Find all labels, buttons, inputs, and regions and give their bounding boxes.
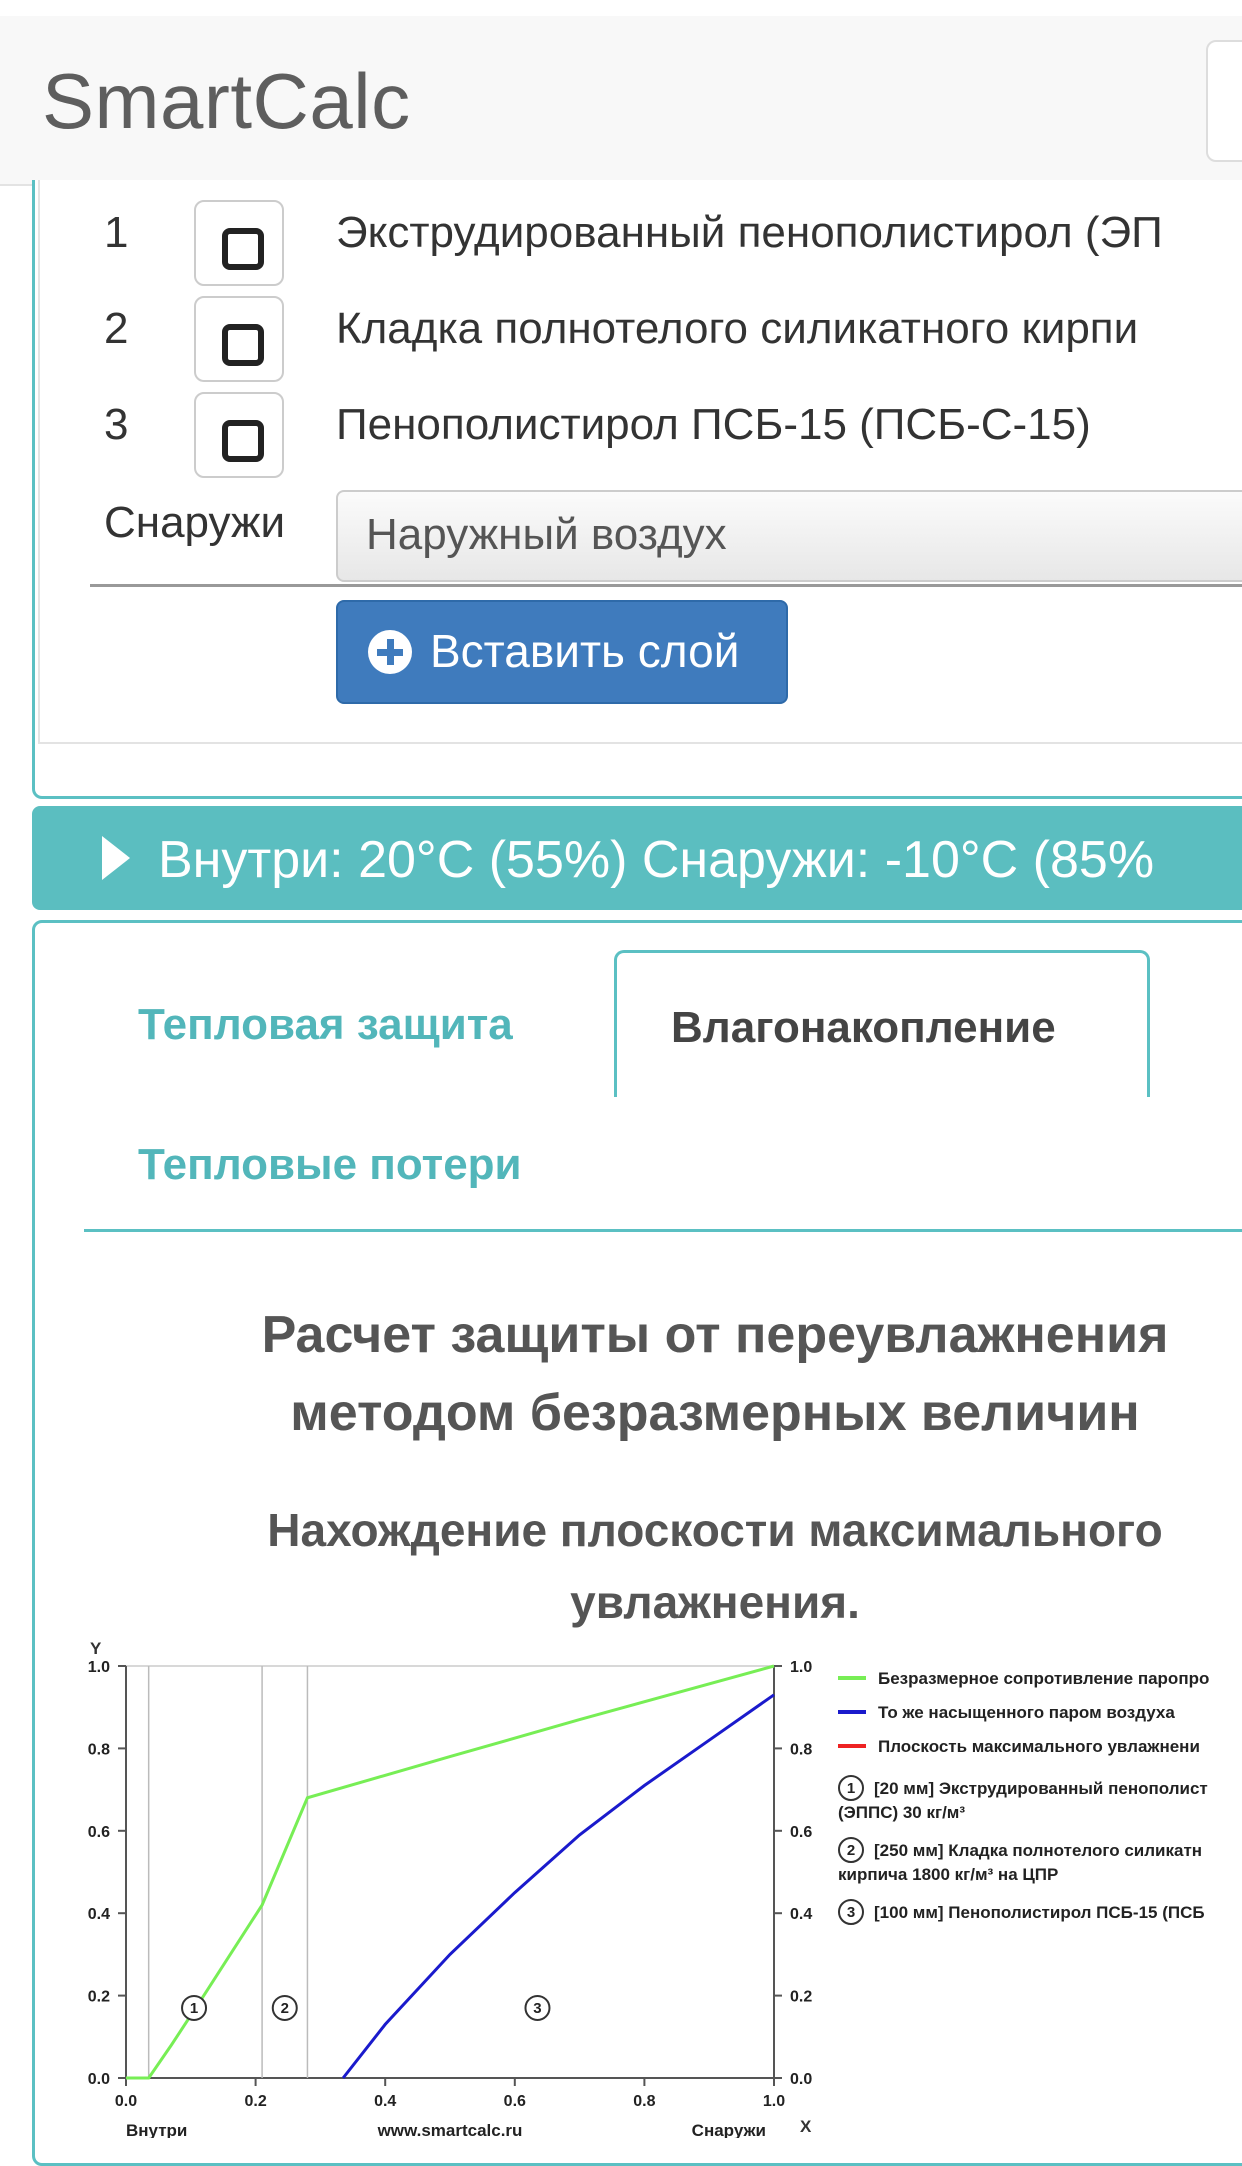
y-tick-label-left: 0.2: [88, 1989, 110, 2006]
layer-checkbox-2[interactable]: [194, 296, 284, 382]
checkbox-icon: [222, 324, 264, 366]
layer-name[interactable]: Экструдированный пенополистирол (ЭП: [336, 208, 1163, 258]
y-tick-label-right: 0.2: [790, 1989, 812, 2006]
conditions-text: Внутри: 20°C (55%) Снаружи: -10°C (85%: [158, 831, 1155, 889]
x-tick-label: 0.4: [374, 2093, 396, 2110]
nav-toggle-button[interactable]: [1206, 40, 1242, 162]
legend-series-label: Плоскость максимального увлажнени: [878, 1737, 1200, 1756]
chart-svg: 0.0 0.0 0.2 0.2 0.4 0.4 0.6 0.6 0.8 0.8 1.0 1.0 0.0 0…: [88, 1639, 1210, 2140]
y-tick-label-left: 0.6: [88, 1824, 110, 1841]
tab-heat-losses[interactable]: Тепловые потери: [138, 1140, 522, 1190]
legend-layer-text: [100 мм] Пенополистирол ПСБ-15 (ПСБ: [874, 1903, 1205, 1922]
layer-number: 3: [104, 400, 129, 449]
bottom-label-site: www.smartcalc.ru: [377, 2121, 523, 2138]
bottom-label-outside: Снаружи: [692, 2121, 766, 2138]
insert-layer-button[interactable]: Вставить слой: [336, 600, 788, 704]
y-tick-label-right: 1.0: [790, 1659, 812, 1676]
navbar: SmartCalc: [0, 16, 1242, 186]
legend-layer-text: [20 мм] Экструдированный пенополист: [874, 1779, 1208, 1798]
section-title-line1: Расчет защиты от переувлажнения: [261, 1306, 1169, 1364]
layer-checkbox-1[interactable]: [194, 200, 284, 286]
bottom-label-inside: Внутри: [126, 2121, 187, 2138]
plus-circle-icon: [368, 630, 412, 674]
layer-marker-label: 3: [533, 2000, 541, 2017]
subsection-title-line1: Нахождение плоскости максимального: [267, 1504, 1163, 1556]
legend-series-label: То же насыщенного паром воздуха: [878, 1703, 1175, 1722]
series-line-1: [126, 1664, 775, 2080]
layer-row-1: 1 Экструдированный пенополистирол (ЭП: [0, 196, 1242, 286]
legend-layer-text-cont: (ЭППС) 30 кг/м³: [838, 1803, 965, 1822]
tabs-divider: [84, 1229, 1242, 1232]
y-axis-label: Y: [90, 1639, 102, 1658]
x-tick-label: 0.0: [115, 2093, 137, 2110]
y-tick-label-right: 0.8: [790, 1741, 812, 1758]
insert-layer-label: Вставить слой: [430, 625, 740, 677]
caret-right-icon: [102, 836, 130, 880]
legend-layer-text-cont: кирпича 1800 кг/м³ на ЦПР: [838, 1865, 1058, 1884]
outside-select-value: Наружный воздух: [366, 510, 727, 559]
y-tick-label-left: 1.0: [88, 1659, 110, 1676]
x-tick-label: 0.8: [633, 2093, 655, 2110]
section-title-line2: методом безразмерных величин: [290, 1384, 1140, 1442]
plot-frame: [125, 1665, 775, 2079]
moisture-chart: 0.0 0.0 0.2 0.2 0.4 0.4 0.6 0.6 0.8 0.8 1.0 1.0 0.0 0…: [0, 1628, 1242, 2140]
x-tick-label: 1.0: [763, 2093, 785, 2110]
tab-moisture-active[interactable]: Влагонакопление: [614, 950, 1150, 1097]
checkbox-icon: [222, 228, 264, 270]
legend-layer-num: 3: [847, 1904, 855, 1921]
y-tick-label-left: 0.8: [88, 1741, 110, 1758]
layer-checkbox-3[interactable]: [194, 392, 284, 478]
y-tick-label-right: 0.4: [790, 1906, 812, 1923]
y-tick-label-right: 0.6: [790, 1824, 812, 1841]
outside-select[interactable]: Наружный воздух: [336, 490, 1242, 582]
layer-name[interactable]: Кладка полнотелого силикатного кирпи: [336, 304, 1138, 354]
outside-label: Снаружи: [104, 498, 286, 547]
layer-marker-label: 2: [281, 2000, 289, 2017]
x-axis-label: X: [800, 2117, 812, 2136]
brand-title[interactable]: SmartCalc: [42, 56, 411, 147]
tab-thermal-protection[interactable]: Тепловая защита: [138, 1000, 513, 1050]
y-tick-label-right: 0.0: [790, 2071, 812, 2088]
legend-series-label: Безразмерное сопротивление паропро: [878, 1669, 1209, 1688]
tab-moisture-label: Влагонакопление: [671, 1003, 1056, 1052]
y-tick-label-left: 0.4: [88, 1906, 110, 1923]
layer-name[interactable]: Пенополистирол ПСБ-15 (ПСБ-С-15): [336, 400, 1091, 450]
conditions-toggle[interactable]: Внутри: 20°C (55%) Снаружи: -10°C (85%: [32, 806, 1242, 910]
x-tick-label: 0.6: [504, 2093, 526, 2110]
layer-number: 1: [104, 208, 129, 257]
legend-layer-num: 2: [847, 1842, 855, 1859]
y-tick-label-left: 0.0: [88, 2071, 110, 2088]
divider: [90, 584, 1242, 587]
series-line-2: [341, 1693, 775, 2079]
layer-number: 2: [104, 304, 129, 353]
legend-layer-text: [250 мм] Кладка полнотелого силикатн: [874, 1841, 1202, 1860]
checkbox-icon: [222, 420, 264, 462]
x-tick-label: 0.2: [244, 2093, 266, 2110]
layer-marker-label: 1: [190, 2000, 198, 2017]
legend-layer-num: 1: [847, 1780, 855, 1797]
layer-row-2: 2 Кладка полнотелого силикатного кирпи: [0, 292, 1242, 382]
layer-row-3: 3 Пенополистирол ПСБ-15 (ПСБ-С-15): [0, 388, 1242, 478]
